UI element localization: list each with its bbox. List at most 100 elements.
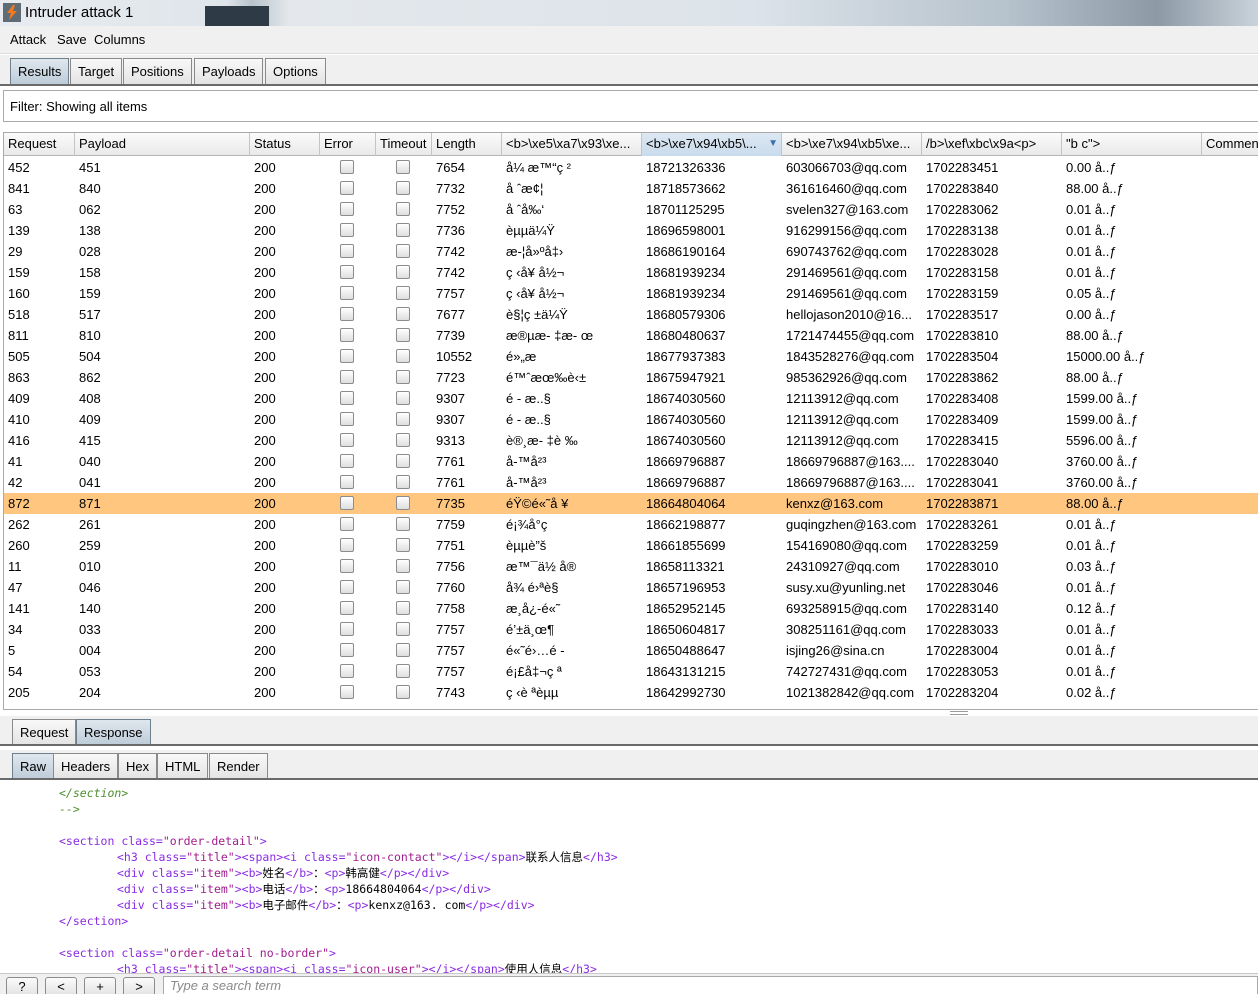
table-row[interactable]: 139 138 200 7736 èµµä¼Ÿ 18696598001 916299156@… bbox=[4, 220, 1258, 241]
table-row[interactable]: 863 862 200 7723 é™ˆæœ‰è‹± 18675947921 9853629… bbox=[4, 367, 1258, 388]
cell-name-grep: é»„æ bbox=[506, 349, 537, 364]
cell-name-grep: é - æ..§ bbox=[506, 391, 551, 406]
table-row[interactable]: 160 159 200 7757 ç ‹å¥ å½¬ 18681939234 2914695… bbox=[4, 283, 1258, 304]
tab-results[interactable]: Results bbox=[10, 58, 70, 85]
timeout-checkbox bbox=[396, 580, 410, 594]
table-row[interactable]: 205 204 200 7743 ç ‹è ªèµµ 18642992730 1021382… bbox=[4, 682, 1258, 703]
column-header-error[interactable]: Error bbox=[320, 133, 376, 156]
pane-splitter-grip[interactable] bbox=[950, 711, 968, 715]
column-header-request[interactable]: Request bbox=[4, 133, 75, 156]
tab-response[interactable]: Response bbox=[76, 719, 151, 746]
tab-raw[interactable]: Raw bbox=[12, 753, 55, 780]
table-row[interactable]: 410 409 200 9307 é - æ..§ 18674030560 12113912… bbox=[4, 409, 1258, 430]
next-match-button[interactable]: > bbox=[123, 977, 155, 994]
menu-save[interactable]: Save bbox=[57, 32, 87, 47]
add-button[interactable]: + bbox=[84, 977, 116, 994]
table-row[interactable]: 41 040 200 7761 å-™å²³ 18669796887 18669796887… bbox=[4, 451, 1258, 472]
tab-headers[interactable]: Headers bbox=[53, 753, 119, 780]
timeout-checkbox bbox=[396, 286, 410, 300]
cell-payload: 040 bbox=[79, 454, 101, 469]
menu-attack[interactable]: Attack bbox=[10, 32, 46, 47]
code-line: </section> bbox=[59, 914, 129, 928]
cell-order-grep: 1702283010 bbox=[926, 559, 999, 574]
tab-render[interactable]: Render bbox=[209, 753, 268, 780]
tab-request[interactable]: Request bbox=[12, 719, 77, 746]
cell-status: 200 bbox=[254, 391, 276, 406]
cell-payload: 862 bbox=[79, 370, 101, 385]
cell-order-grep: 1702283504 bbox=[926, 349, 999, 364]
table-row[interactable]: 47 046 200 7760 å¾ é›ªè§ 18657196953 susy.xu@y… bbox=[4, 577, 1258, 598]
column-header-name-grep[interactable]: <b>\xe5\xa7\x93\xe... bbox=[502, 133, 642, 156]
response-raw-view[interactable]: </section> --> <section class="order-det… bbox=[0, 783, 1258, 973]
cell-order-grep: 1702283840 bbox=[926, 181, 999, 196]
column-header-order-grep[interactable]: /b>\xef\xbc\x9a<p> bbox=[922, 133, 1062, 156]
cell-order-grep: 1702283040 bbox=[926, 454, 999, 469]
cell-status: 200 bbox=[254, 286, 276, 301]
table-row[interactable]: 260 259 200 7751 èµµè”š 18661855699 154169080@… bbox=[4, 535, 1258, 556]
table-row[interactable]: 42 041 200 7761 å-™å²³ 18669796887 18669796887… bbox=[4, 472, 1258, 493]
tab-hex[interactable]: Hex bbox=[118, 753, 158, 780]
cell-length: 7742 bbox=[436, 244, 465, 259]
table-row[interactable]: 416 415 200 9313 è®¸æ- ‡è ‰ 18674030560 121139… bbox=[4, 430, 1258, 451]
table-row[interactable]: 54 053 200 7757 é¡£å‡¬ç ª 18643131215 74272743… bbox=[4, 661, 1258, 682]
table-row[interactable]: 841 840 200 7732 å ˆæ¢¦ 18718573662 361616460@… bbox=[4, 178, 1258, 199]
cell-email-grep: 308251161@qq.com bbox=[786, 622, 906, 637]
tab-html[interactable]: HTML bbox=[157, 753, 209, 780]
cell-request: 29 bbox=[8, 244, 23, 259]
cell-request: 41 bbox=[8, 454, 23, 469]
table-row[interactable]: 159 158 200 7742 ç ‹å¥ å½¬ 18681939234 2914695… bbox=[4, 262, 1258, 283]
cell-length: 7743 bbox=[436, 685, 465, 700]
table-row[interactable]: 409 408 200 9307 é - æ..§ 18674030560 12113912… bbox=[4, 388, 1258, 409]
previous-match-button[interactable]: < bbox=[45, 977, 77, 994]
tab-positions[interactable]: Positions bbox=[123, 58, 192, 85]
search-input[interactable]: Type a search term bbox=[163, 976, 1258, 994]
cell-name-grep: å ˆå‰‘ bbox=[506, 202, 545, 217]
table-row[interactable]: 452 451 200 7654 å¼ æ™“ç ² 18721326336 6030667… bbox=[4, 157, 1258, 178]
tab-options[interactable]: Options bbox=[265, 58, 326, 85]
cell-name-grep: é - æ..§ bbox=[506, 412, 551, 427]
cell-name-grep: é’±ä¸œ¶ bbox=[506, 622, 555, 637]
results-filter-bar[interactable]: Filter: Showing all items bbox=[3, 90, 1258, 122]
cell-length: 7736 bbox=[436, 223, 465, 238]
cell-phone-grep: 18680480637 bbox=[646, 328, 726, 343]
table-row[interactable]: 505 504 200 10552 é»„æ 18677937383 1843528276@… bbox=[4, 346, 1258, 367]
cell-price-grep: 88.00 å..ƒ bbox=[1066, 181, 1124, 196]
column-header-price-grep[interactable]: "b c"> bbox=[1062, 133, 1202, 156]
table-row[interactable]: 63 062 200 7752 å ˆå‰‘ 18701125295 svelen327@1… bbox=[4, 199, 1258, 220]
error-checkbox bbox=[340, 664, 354, 678]
table-row[interactable]: 29 028 200 7742 æ-¦å»ºå‡› 18686190164 69074376… bbox=[4, 241, 1258, 262]
cell-status: 200 bbox=[254, 412, 276, 427]
table-row[interactable]: 141 140 200 7758 æ¸å¿-é«˜ 18652952145 69325891… bbox=[4, 598, 1258, 619]
help-button[interactable]: ? bbox=[6, 977, 38, 994]
error-checkbox bbox=[340, 202, 354, 216]
cell-payload: 415 bbox=[79, 433, 101, 448]
cell-name-grep: æ®µæ- ‡æ- œ bbox=[506, 328, 594, 343]
cell-price-grep: 0.03 å..ƒ bbox=[1066, 559, 1117, 574]
cell-status: 200 bbox=[254, 244, 276, 259]
table-row[interactable]: 262 261 200 7759 é¡¾å°ç 18662198877 guqingzhen… bbox=[4, 514, 1258, 535]
column-header-timeout[interactable]: Timeout bbox=[376, 133, 432, 156]
tab-target[interactable]: Target bbox=[70, 58, 123, 85]
table-row[interactable]: 811 810 200 7739 æ®µæ- ‡æ- œ 18680480637 17214… bbox=[4, 325, 1258, 346]
column-header-payload[interactable]: Payload bbox=[75, 133, 250, 156]
error-checkbox bbox=[340, 307, 354, 321]
table-row[interactable]: 11 010 200 7756 æ™¯ä½ å® 18658113321 24310927@… bbox=[4, 556, 1258, 577]
table-row[interactable]: 5 004 200 7757 é«˜é›…é - 18650488647 isjing26@… bbox=[4, 640, 1258, 661]
column-header-phone-grep[interactable]: <b>\xe7\x94\xb5\... ▼ bbox=[642, 133, 782, 156]
cell-length: 7757 bbox=[436, 643, 465, 658]
column-header-comment[interactable]: Commen bbox=[1202, 133, 1258, 156]
column-header-status[interactable]: Status bbox=[250, 133, 320, 156]
cell-request: 54 bbox=[8, 664, 23, 679]
cell-name-grep: é¡£å‡¬ç ª bbox=[506, 664, 562, 679]
table-row[interactable]: 872 871 200 7735 éŸ©é«˜å ¥ 18664804064 kenxz@1… bbox=[4, 493, 1258, 514]
tab-payloads[interactable]: Payloads bbox=[194, 58, 264, 85]
cell-name-grep: é¡¾å°ç bbox=[506, 517, 548, 532]
cell-status: 200 bbox=[254, 223, 276, 238]
cell-price-grep: 3760.00 å..ƒ bbox=[1066, 475, 1139, 490]
table-row[interactable]: 518 517 200 7677 è§¦ç ±ä¼Ÿ 18680579306 helloja… bbox=[4, 304, 1258, 325]
menu-columns[interactable]: Columns bbox=[94, 32, 145, 47]
column-header-email-grep[interactable]: <b>\xe7\x94\xb5\xe... bbox=[782, 133, 922, 156]
table-row[interactable]: 34 033 200 7757 é’±ä¸œ¶ 18650604817 308251161@… bbox=[4, 619, 1258, 640]
column-header-length[interactable]: Length bbox=[432, 133, 502, 156]
cell-request: 47 bbox=[8, 580, 23, 595]
